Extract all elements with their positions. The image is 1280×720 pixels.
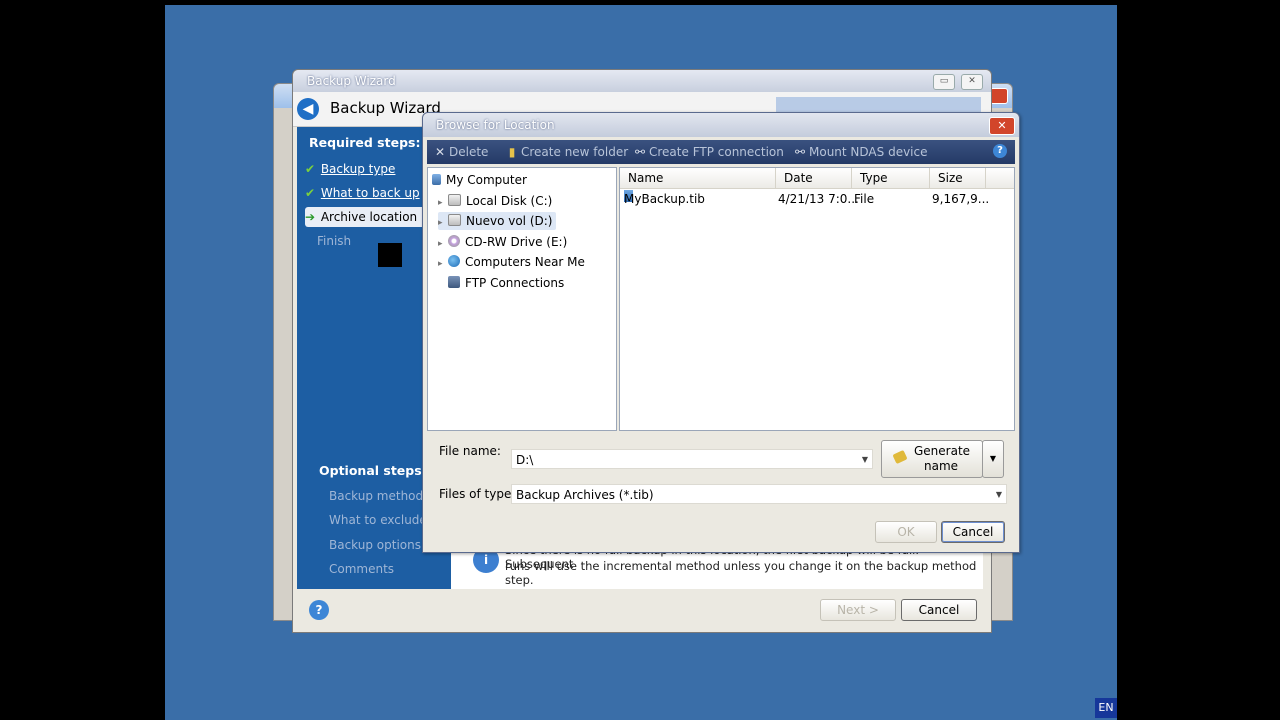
column-type[interactable]: Type — [852, 168, 930, 188]
disk-icon — [448, 194, 461, 206]
dialog-titlebar: Browse for Location ✕ — [423, 113, 1019, 137]
tree-item-ftp-connections[interactable]: FTP Connections — [448, 274, 564, 292]
dialog-close-icon[interactable]: ✕ — [989, 117, 1015, 135]
tree-item-my-computer[interactable]: My Computer — [432, 171, 527, 189]
wizard-footer: ? Next > Cancel — [293, 590, 991, 632]
tree-item-label: Local Disk (C:) — [466, 194, 553, 208]
mount-ndas-device-label: Mount NDAS device — [809, 145, 928, 159]
required-steps-heading: Required steps: — [309, 135, 421, 150]
step-label: Finish — [317, 234, 352, 248]
disk-icon — [448, 214, 461, 226]
mount-ndas-device-button[interactable]: ⚯ Mount NDAS device — [793, 144, 928, 160]
cd-drive-icon — [448, 235, 460, 247]
dialog-cancel-button[interactable]: Cancel — [941, 521, 1005, 543]
file-size-cell: 9,167,9... — [932, 192, 990, 206]
column-name[interactable]: Name — [620, 168, 776, 188]
tree-item-cd-rw-drive-e[interactable]: ▸ CD-RW Drive (E:) — [438, 233, 567, 251]
wizard-cancel-button[interactable]: Cancel — [901, 599, 977, 621]
chevron-down-icon[interactable]: ▼ — [862, 450, 868, 470]
browse-for-location-dialog: Browse for Location ✕ ✕ Delete ▮ Create ne… — [422, 112, 1020, 553]
file-name: MyBackup.tib — [624, 192, 705, 206]
files-of-type-label: Files of type: — [439, 487, 516, 501]
generate-name-button[interactable]: Generate name — [881, 440, 983, 478]
arrow-right-icon: ➔ — [305, 210, 316, 224]
tree-item-label: My Computer — [446, 173, 527, 187]
toolbar-help-icon[interactable]: ? — [993, 144, 1007, 158]
generate-label: Generate — [914, 444, 971, 458]
delete-button[interactable]: ✕ Delete — [433, 144, 488, 160]
file-type-cell: File — [854, 192, 875, 206]
delete-icon: ✕ — [434, 145, 446, 159]
folder-tree[interactable]: My Computer ▸ Local Disk (C:) ▸ Nuevo vol … — [427, 167, 617, 431]
expand-icon[interactable]: ▸ — [438, 194, 448, 212]
info-text-line2: runs will use the incremental method unl… — [505, 559, 977, 587]
ftp-icon — [448, 276, 460, 288]
wizard-titlebar: Backup Wizard ▭ ✕ — [293, 70, 991, 92]
step-backup-method[interactable]: Backup method — [329, 489, 423, 503]
network-icon — [448, 255, 460, 267]
back-arrow-icon[interactable]: ◀ — [297, 98, 319, 120]
tree-item-label: Computers Near Me — [465, 255, 585, 269]
tree-item-nuevo-vol-d[interactable]: ▸ Nuevo vol (D:) — [438, 212, 557, 232]
tree-item-label: Nuevo vol (D:) — [466, 214, 553, 228]
close-icon[interactable]: ✕ — [961, 74, 983, 90]
dialog-title: Browse for Location — [436, 118, 555, 132]
create-new-folder-label: Create new folder — [521, 145, 629, 159]
files-of-type-select[interactable]: Backup Archives (*.tib) ▼ — [511, 484, 1007, 504]
help-icon[interactable]: ? — [309, 600, 329, 620]
chevron-down-icon[interactable]: ▼ — [996, 485, 1002, 505]
create-ftp-connection-label: Create FTP connection — [649, 145, 784, 159]
check-icon: ✔ — [305, 162, 316, 176]
column-date[interactable]: Date — [776, 168, 852, 188]
file-list[interactable]: Name Date Type Size MyBackup.tib 4/21/13… — [619, 167, 1015, 431]
step-label: What to back up — [320, 186, 420, 200]
check-icon: ✔ — [305, 186, 316, 200]
files-of-type-value: Backup Archives (*.tib) — [516, 488, 654, 502]
new-folder-icon: ▮ — [508, 145, 516, 159]
create-new-folder-button[interactable]: ▮ Create new folder — [505, 144, 628, 160]
next-button[interactable]: Next > — [820, 599, 896, 621]
ok-button[interactable]: OK — [875, 521, 937, 543]
file-date-cell: 4/21/13 7:0... — [778, 192, 859, 206]
restore-icon[interactable]: ▭ — [933, 74, 955, 90]
step-backup-options[interactable]: Backup options — [329, 538, 421, 552]
tree-item-computers-near-me[interactable]: ▸ Computers Near Me — [438, 253, 585, 271]
file-name-value: D:\ — [516, 453, 534, 467]
tree-item-label: CD-RW Drive (E:) — [465, 235, 568, 249]
expand-icon[interactable]: ▸ — [438, 235, 448, 253]
expand-icon[interactable]: ▸ — [438, 255, 448, 273]
optional-steps-heading: Optional steps: — [319, 463, 427, 478]
wizard-window-title: Backup Wizard — [307, 74, 396, 88]
file-list-header: Name Date Type Size — [620, 168, 1014, 189]
generate-label-2: name — [924, 459, 959, 473]
step-what-to-exclude[interactable]: What to exclude — [329, 513, 427, 527]
column-size[interactable]: Size — [930, 168, 986, 188]
ftp-connection-icon: ⚯ — [634, 145, 646, 159]
header-banner — [776, 97, 981, 113]
step-label: Archive location — [320, 210, 418, 224]
language-indicator[interactable]: EN — [1095, 698, 1117, 718]
ndas-device-icon: ⚯ — [794, 145, 806, 159]
file-row[interactable]: MyBackup.tib 4/21/13 7:0... File 9,167,9… — [620, 190, 1014, 208]
file-name-input[interactable]: D:\ ▼ — [511, 449, 873, 469]
generate-name-dropdown-icon[interactable]: ▼ — [982, 440, 1004, 478]
step-label: Backup type — [320, 162, 396, 176]
delete-label: Delete — [449, 145, 489, 159]
file-name-label: File name: — [439, 444, 501, 458]
dialog-toolbar: ✕ Delete ▮ Create new folder ⚯ Create FTP c… — [427, 140, 1015, 164]
tag-icon — [892, 449, 908, 465]
tree-item-label: FTP Connections — [465, 276, 565, 290]
background-window-close-icon[interactable] — [990, 88, 1008, 104]
step-comments[interactable]: Comments — [329, 562, 394, 576]
tree-item-local-disk-c[interactable]: ▸ Local Disk (C:) — [438, 192, 552, 210]
expand-icon[interactable]: ▸ — [438, 214, 448, 232]
create-ftp-connection-button[interactable]: ⚯ Create FTP connection — [633, 144, 784, 160]
computer-icon — [432, 174, 441, 185]
cursor-artifact — [378, 243, 402, 267]
